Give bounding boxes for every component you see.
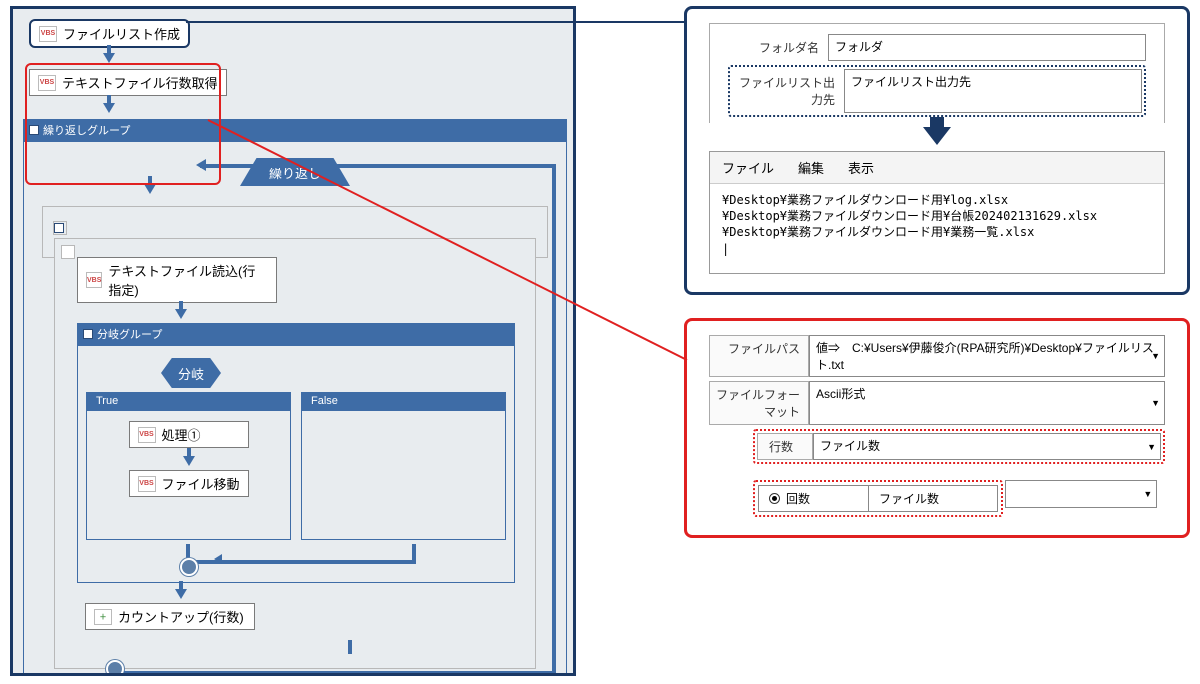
prop-file-format: ファイルフォーマット Ascii形式 bbox=[709, 381, 1165, 425]
menu-edit[interactable]: 編集 bbox=[798, 158, 824, 177]
vbs-icon: VBS bbox=[39, 26, 57, 42]
node-file-list-create[interactable]: VBS ファイルリスト作成 bbox=[29, 19, 190, 48]
prop-output-dest: ファイルリスト出力先 ファイルリスト出力先 bbox=[732, 69, 1142, 113]
vbs-icon: VBS bbox=[86, 272, 102, 288]
arrow-down-icon bbox=[183, 456, 195, 466]
file-list-preview: ファイル 編集 表示 ¥Desktop¥業務ファイルダウンロード用¥log.xl… bbox=[709, 151, 1165, 274]
branch-group-header[interactable]: 分岐グループ bbox=[77, 323, 515, 345]
detail-panel-red: ファイルパス 値⇒ C:¥Users¥伊藤俊介(RPA研究所)¥Desktop¥… bbox=[684, 318, 1190, 538]
arrow-down-icon bbox=[144, 184, 156, 194]
arrow-left-icon bbox=[196, 159, 206, 171]
node-text-read-line[interactable]: VBS テキストファイル読込(行指定) bbox=[77, 257, 277, 303]
radio-checked-icon bbox=[769, 493, 780, 504]
big-arrow-down-icon bbox=[923, 127, 951, 145]
count-value-cell[interactable]: ファイル数 bbox=[869, 486, 997, 511]
menu-view[interactable]: 表示 bbox=[848, 158, 874, 177]
vbs-icon: VBS bbox=[38, 75, 56, 91]
node-label: テキストファイル読込(行指定) bbox=[108, 261, 268, 299]
file-path-combo[interactable]: 値⇒ C:¥Users¥伊藤俊介(RPA研究所)¥Desktop¥ファイルリスト… bbox=[809, 335, 1165, 377]
node-process-1[interactable]: VBS 処理① bbox=[129, 421, 249, 448]
file-format-combo[interactable]: Ascii形式 bbox=[809, 381, 1165, 425]
node-label: ファイルリスト作成 bbox=[63, 24, 180, 43]
count-extra-combo[interactable] bbox=[1005, 480, 1157, 508]
group-title: 分岐グループ bbox=[97, 326, 162, 342]
branch-false-header[interactable]: False bbox=[301, 392, 506, 410]
branch-true-header[interactable]: True bbox=[86, 392, 291, 410]
node-file-move[interactable]: VBS ファイル移動 bbox=[129, 470, 249, 497]
loop-shape[interactable]: 繰り返し bbox=[240, 158, 350, 186]
collapse-icon[interactable] bbox=[61, 245, 75, 259]
arrow-down-icon bbox=[175, 589, 187, 599]
arrow-down-icon bbox=[175, 309, 187, 319]
menu-file[interactable]: ファイル bbox=[722, 158, 774, 177]
collapse-icon[interactable] bbox=[54, 223, 64, 233]
merge-node-icon bbox=[106, 660, 124, 676]
node-label: テキストファイル行数取得 bbox=[62, 73, 218, 92]
file-list-content: ¥Desktop¥業務ファイルダウンロード用¥log.xlsx ¥Desktop… bbox=[710, 184, 1164, 273]
plus-icon: ＋ bbox=[94, 609, 112, 625]
loop-group-header[interactable]: 繰り返しグループ bbox=[23, 119, 567, 141]
red-dotted-rows: 行数 ファイル数 bbox=[753, 429, 1165, 464]
arrow-left-icon bbox=[214, 554, 222, 564]
detail-panel-blue: フォルダ名 フォルダ ファイルリスト出力先 ファイルリスト出力先 ファイル 編集… bbox=[684, 6, 1190, 295]
prop-file-path: ファイルパス 値⇒ C:¥Users¥伊藤俊介(RPA研究所)¥Desktop¥… bbox=[709, 335, 1165, 377]
red-dotted-count: 回数 ファイル数 bbox=[753, 480, 1003, 517]
count-radio[interactable]: 回数 bbox=[759, 486, 869, 511]
arrow-down-icon bbox=[103, 103, 115, 113]
blue-dotted-highlight: ファイルリスト出力先 ファイルリスト出力先 bbox=[728, 65, 1146, 117]
output-dest-input[interactable]: ファイルリスト出力先 bbox=[844, 69, 1142, 113]
node-count-up[interactable]: ＋ カウントアップ(行数) bbox=[85, 603, 255, 630]
arrow-down-icon bbox=[103, 53, 115, 63]
prop-folder-name: フォルダ名 フォルダ bbox=[728, 34, 1146, 61]
vbs-icon: VBS bbox=[138, 476, 156, 492]
node-text-line-count[interactable]: VBS テキストファイル行数取得 bbox=[29, 69, 227, 96]
group-title: 繰り返しグループ bbox=[43, 122, 130, 138]
collapse-icon[interactable] bbox=[83, 329, 93, 339]
branch-shape[interactable]: 分岐 bbox=[161, 358, 221, 388]
rows-combo[interactable]: ファイル数 bbox=[813, 433, 1161, 460]
folder-name-input[interactable]: フォルダ bbox=[828, 34, 1146, 61]
collapse-icon[interactable] bbox=[29, 125, 39, 135]
flowchart-panel: VBS ファイルリスト作成 VBS テキストファイル行数取得 繰り返しグループ … bbox=[10, 6, 576, 676]
vbs-icon: VBS bbox=[138, 427, 156, 443]
merge-node-icon bbox=[180, 558, 198, 576]
